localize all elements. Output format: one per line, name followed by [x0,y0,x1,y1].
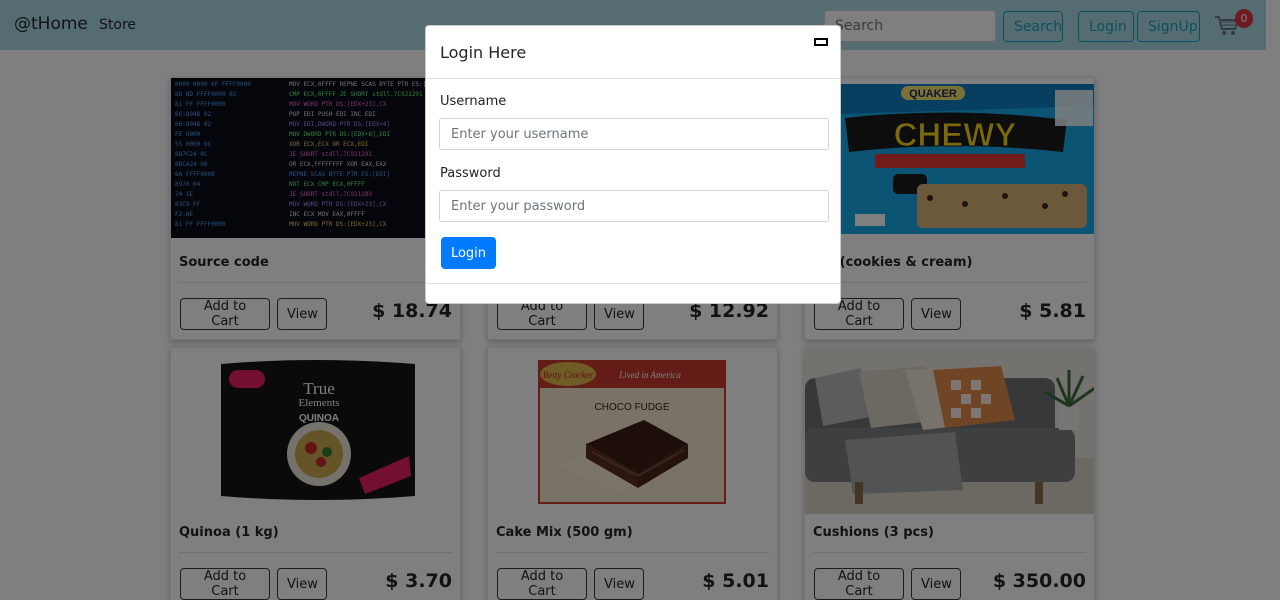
password-label: Password [440,166,501,181]
username-field[interactable] [439,118,829,150]
close-icon[interactable] [814,38,828,46]
modal-title: Login Here [440,43,527,62]
login-modal: Login Here Username Password Login [425,25,841,304]
username-label: Username [440,94,507,109]
login-submit-button[interactable]: Login [441,237,496,269]
modal-header: Login Here [426,26,840,79]
modal-footer-divider [426,283,840,284]
password-field[interactable] [439,190,829,222]
